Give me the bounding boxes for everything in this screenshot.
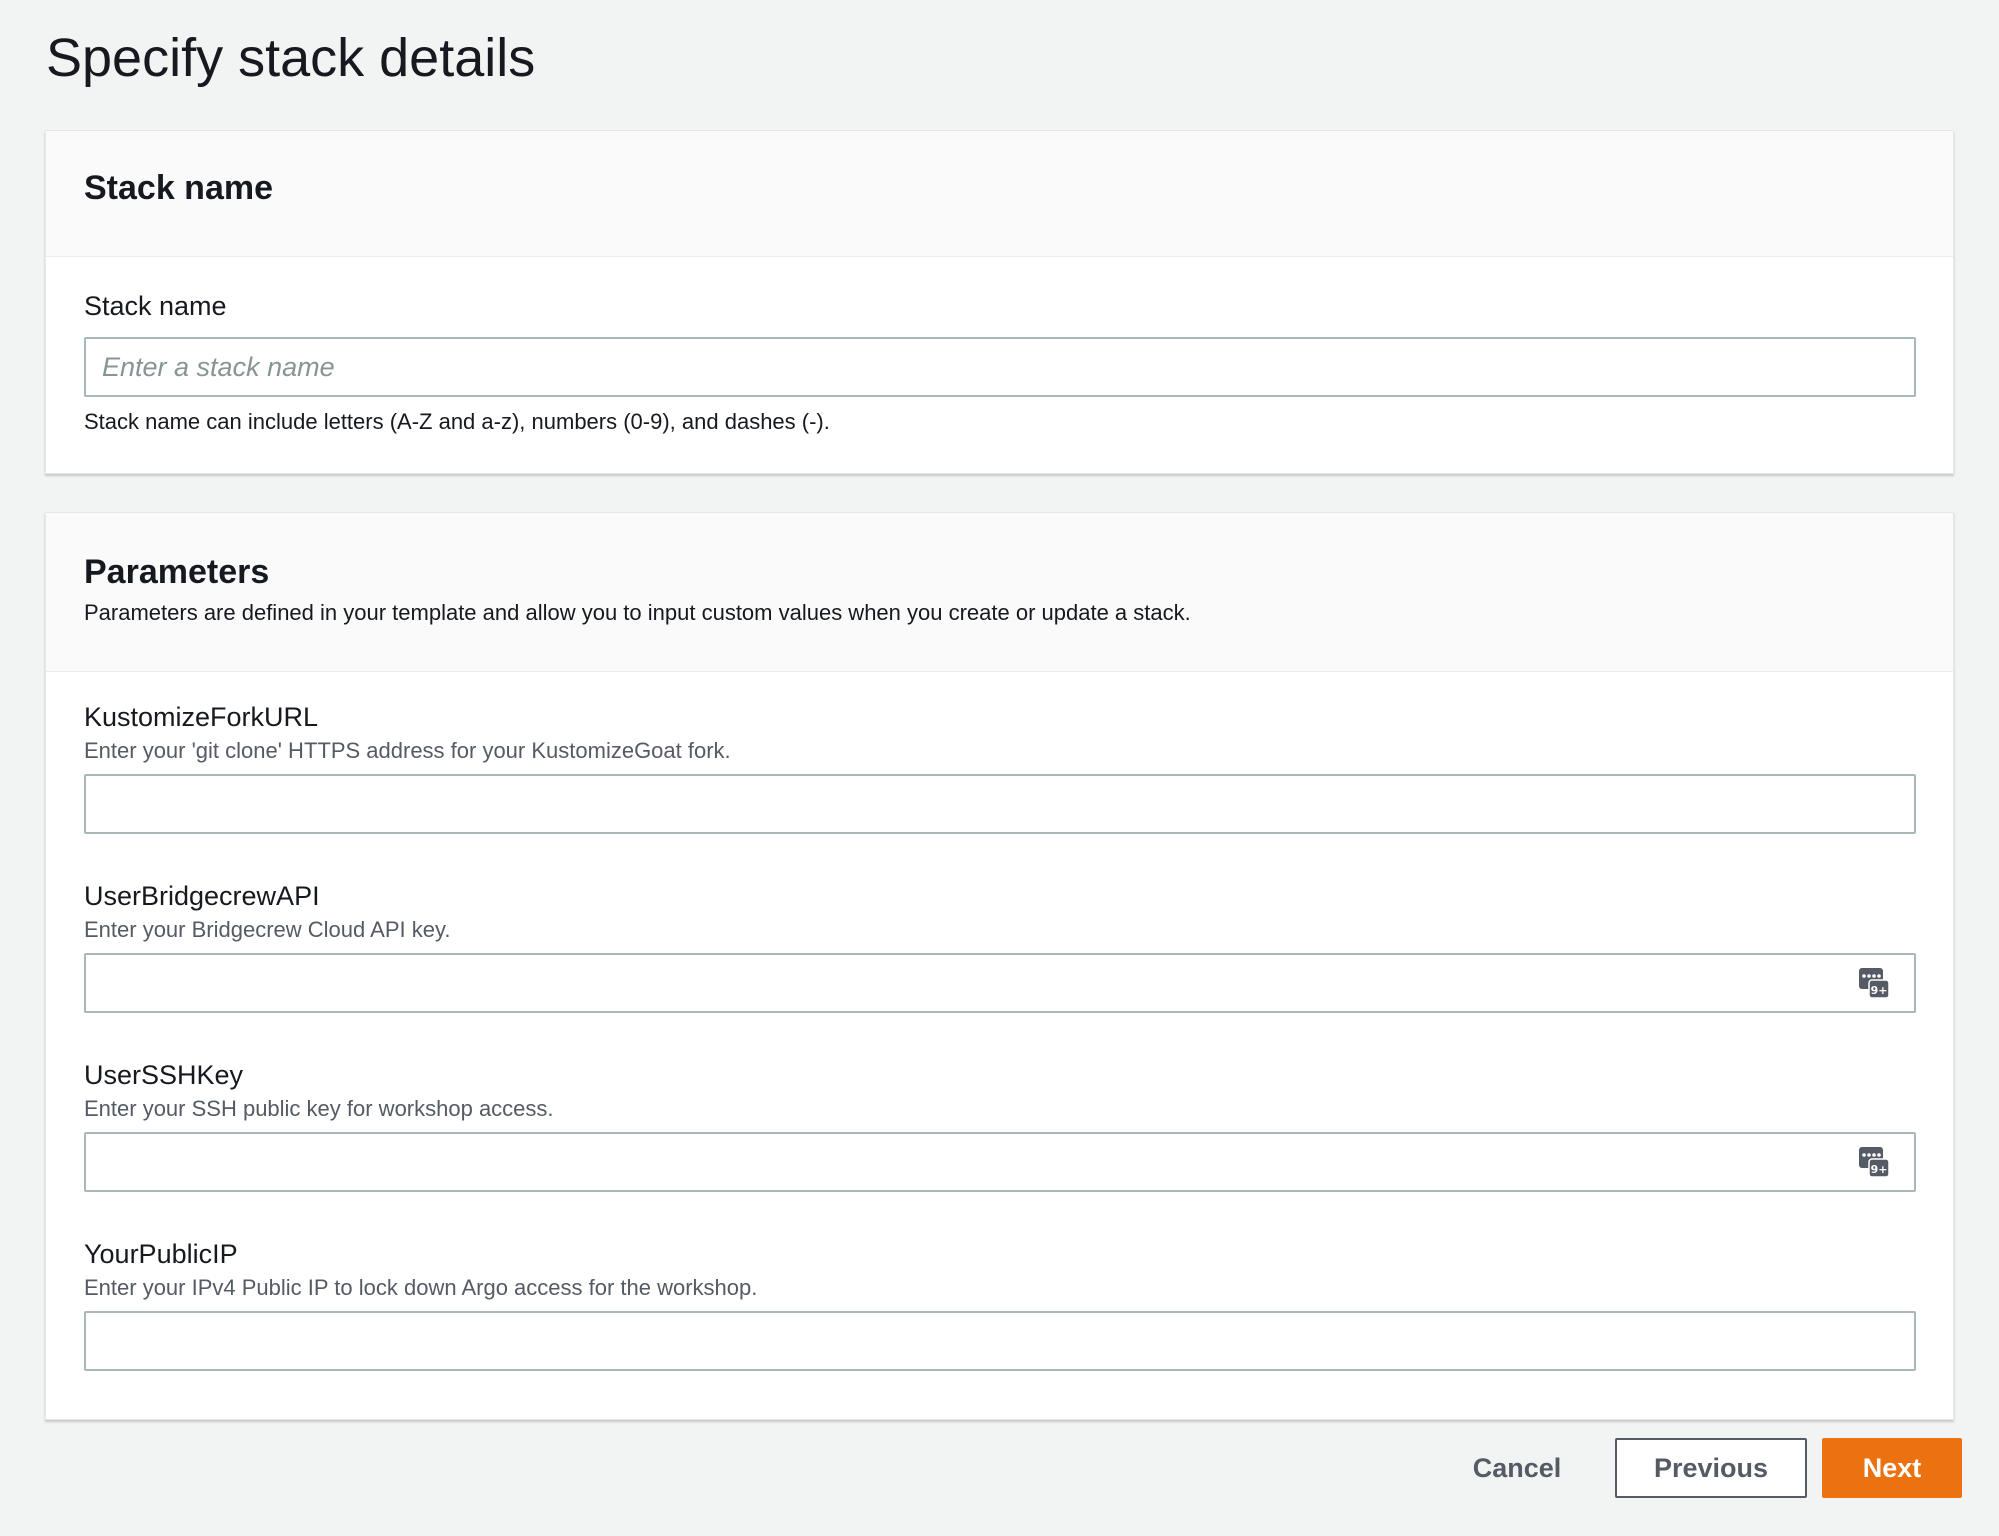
- parameter-field-user-bridgecrew-api: UserBridgecrewAPI Enter your Bridgecrew …: [84, 879, 1916, 1013]
- page-title: Specify stack details: [46, 28, 536, 88]
- parameter-description: Enter your SSH public key for workshop a…: [84, 1096, 554, 1121]
- svg-text:9+: 9+: [1871, 984, 1888, 997]
- parameter-description: Enter your Bridgecrew Cloud API key.: [84, 917, 451, 942]
- parameter-label: YourPublicIP: [84, 1239, 238, 1269]
- parameters-panel-header: Parameters Parameters are defined in you…: [46, 513, 1953, 672]
- parameter-label: UserBridgecrewAPI: [84, 881, 320, 911]
- password-key-icon[interactable]: 9+: [1858, 1146, 1890, 1178]
- password-key-icon[interactable]: 9+: [1858, 967, 1890, 999]
- next-button[interactable]: Next: [1822, 1438, 1962, 1498]
- svg-text:9+: 9+: [1871, 1163, 1888, 1176]
- parameter-field-user-ssh-key: UserSSHKey Enter your SSH public key for…: [84, 1058, 1916, 1192]
- kustomize-fork-url-input[interactable]: [84, 774, 1916, 834]
- parameters-description: Parameters are defined in your template …: [84, 600, 1191, 625]
- user-bridgecrew-api-input[interactable]: [84, 953, 1916, 1013]
- stack-name-panel: Stack name Stack name Stack name can inc…: [45, 130, 1954, 474]
- stack-name-label: Stack name: [84, 291, 227, 321]
- user-ssh-key-input[interactable]: [84, 1132, 1916, 1192]
- user-ssh-key-input-wrap: 9+: [84, 1132, 1916, 1192]
- stack-name-constraint: Stack name can include letters (A-Z and …: [84, 409, 830, 434]
- cancel-button[interactable]: Cancel: [1452, 1438, 1582, 1498]
- previous-button[interactable]: Previous: [1615, 1438, 1807, 1498]
- parameter-description: Enter your 'git clone' HTTPS address for…: [84, 738, 731, 763]
- parameter-field-your-public-ip: YourPublicIP Enter your IPv4 Public IP t…: [84, 1237, 1916, 1371]
- stack-name-heading: Stack name: [84, 169, 273, 207]
- user-bridgecrew-api-input-wrap: 9+: [84, 953, 1916, 1013]
- parameter-label: KustomizeForkURL: [84, 702, 319, 732]
- parameter-label: UserSSHKey: [84, 1060, 244, 1090]
- your-public-ip-input[interactable]: [84, 1311, 1916, 1371]
- parameters-heading: Parameters: [84, 553, 270, 591]
- stack-name-panel-header: Stack name: [46, 131, 1953, 257]
- parameter-description: Enter your IPv4 Public IP to lock down A…: [84, 1275, 758, 1300]
- parameters-panel: Parameters Parameters are defined in you…: [45, 512, 1954, 1420]
- stack-name-input[interactable]: [84, 337, 1916, 397]
- parameter-field-kustomize-fork-url: KustomizeForkURL Enter your 'git clone' …: [84, 700, 1916, 834]
